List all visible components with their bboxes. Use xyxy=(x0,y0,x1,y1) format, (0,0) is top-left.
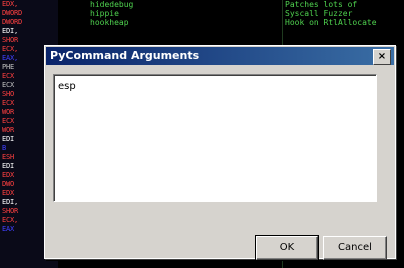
arguments-value: esp xyxy=(58,81,76,92)
pycommand-name[interactable]: hookheap xyxy=(58,18,283,27)
cancel-button[interactable]: Cancel xyxy=(323,236,387,260)
dialog-title: PyCommand Arguments xyxy=(50,49,200,62)
cancel-button-label: Cancel xyxy=(338,242,372,253)
disassembly-line: DWORD xyxy=(2,9,23,17)
pycommand-name[interactable]: hidedebug xyxy=(58,0,283,9)
pycommand-name[interactable]: hippie xyxy=(58,9,283,18)
pycommand-description: Hook on RtlAllocate xyxy=(285,18,377,27)
dialog-titlebar[interactable]: PyCommand Arguments × xyxy=(46,47,394,65)
disassembly-line: EDI, xyxy=(2,27,19,35)
close-icon: × xyxy=(377,51,387,62)
ok-button-label: OK xyxy=(279,242,295,253)
disassembly-line: DWORD xyxy=(2,18,23,26)
pycommand-description: Patches lots of xyxy=(285,0,358,9)
arguments-input[interactable]: esp xyxy=(53,74,377,202)
disassembly-line: EDX, xyxy=(2,0,19,8)
pycommand-arguments-dialog: PyCommand Arguments × esp OK Cancel xyxy=(44,45,396,261)
pycommand-description: Syscall Fuzzer xyxy=(285,9,353,18)
ok-button[interactable]: OK xyxy=(255,235,319,261)
close-button[interactable]: × xyxy=(373,49,391,65)
disassembly-line: SHOR xyxy=(2,36,19,44)
